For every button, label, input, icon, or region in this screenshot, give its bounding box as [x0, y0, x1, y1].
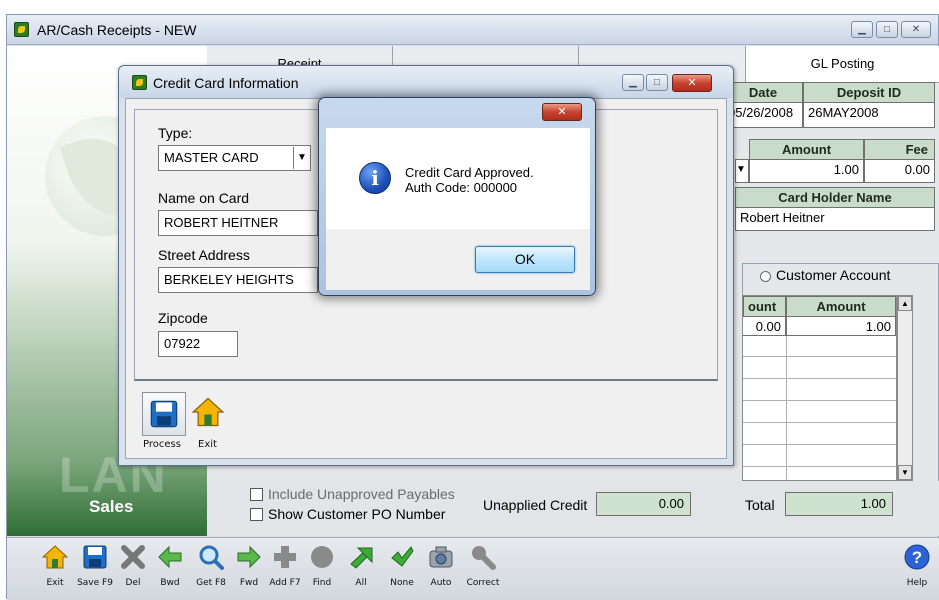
- unapplied-credit-field: 0.00: [596, 492, 691, 516]
- grid-col-amount-due: ount: [743, 296, 786, 318]
- cc-titlebar: Credit Card Information ▁ □ ✕: [119, 66, 733, 98]
- street-address-field[interactable]: BERKELEY HEIGHTS: [158, 267, 318, 293]
- date-cell[interactable]: 05/26/2008: [723, 102, 803, 128]
- check-none-icon: [391, 546, 414, 567]
- deposit-id-header: Deposit ID: [803, 82, 935, 104]
- type-label: Type:: [158, 125, 193, 141]
- zipcode-label: Zipcode: [158, 310, 208, 326]
- msg-footer: OK: [326, 229, 590, 290]
- main-titlebar: AR/Cash Receipts - NEW ▁ □ ✕: [7, 15, 938, 45]
- dropdown-arrow-icon[interactable]: ▼: [735, 159, 749, 183]
- card-holder-header: Card Holder Name: [735, 187, 935, 209]
- date-header: Date: [723, 82, 803, 104]
- street-address-label: Street Address: [158, 247, 250, 263]
- include-unapproved-checkbox[interactable]: [250, 488, 263, 501]
- grid-cell-amount[interactable]: 1.00: [786, 316, 896, 336]
- msg-close-button[interactable]: ✕: [542, 103, 582, 121]
- toolbar-label: Auto: [430, 578, 452, 588]
- minimize-button[interactable]: ▁: [851, 21, 873, 38]
- chevron-down-icon[interactable]: ▼: [293, 147, 310, 169]
- grid-col-amount: Amount: [786, 296, 896, 318]
- name-on-card-field[interactable]: ROBERT HEITNER: [158, 210, 318, 236]
- card-type-select[interactable]: MASTER CARD ▼: [158, 145, 311, 171]
- grid-line: [743, 356, 896, 357]
- name-on-card-label: Name on Card: [158, 190, 250, 206]
- help-icon: ?: [904, 544, 930, 570]
- fee-header: Fee: [864, 139, 935, 161]
- show-po-checkbox[interactable]: [250, 508, 263, 521]
- grid-line: [743, 422, 896, 423]
- msg-content: i Credit Card Approved. Auth Code: 00000…: [326, 128, 590, 229]
- cc-maximize-button[interactable]: □: [646, 74, 668, 91]
- zipcode-field[interactable]: 07922: [158, 331, 238, 357]
- total-field: 1.00: [785, 492, 893, 516]
- toolbar-label: Help: [906, 578, 928, 588]
- wrench-icon: [472, 546, 496, 570]
- applied-grid: ount Amount 0.00 1.00: [742, 295, 897, 481]
- toolbar-label: Correct: [466, 578, 500, 588]
- amount-cell[interactable]: 1.00: [749, 159, 864, 183]
- msg-line-2: Auth Code: 000000: [405, 180, 518, 195]
- bottom-toolbar: Exit Save F9 Del Bwd Get F8 Fwd Add F7 F…: [7, 537, 939, 600]
- plus-icon: [274, 546, 296, 568]
- customer-account-label: Customer Account: [776, 267, 891, 283]
- cc-close-button[interactable]: ✕: [672, 74, 712, 92]
- process-label: Process: [143, 439, 181, 450]
- svg-text:?: ?: [912, 548, 922, 567]
- cc-dialog-title: Credit Card Information: [153, 75, 299, 91]
- arrow-right-icon: [237, 545, 261, 569]
- ok-button[interactable]: OK: [475, 246, 575, 273]
- grid-line: [743, 400, 896, 401]
- bottom-strip: Include Unapproved Payables Show Custome…: [207, 481, 939, 536]
- grid-line: [743, 444, 896, 445]
- window-title: AR/Cash Receipts - NEW: [37, 22, 197, 38]
- home-icon: [192, 397, 224, 427]
- magnifier-icon: [199, 545, 224, 570]
- grid-line: [743, 466, 896, 467]
- arrow-left-icon: [158, 545, 182, 569]
- scroll-down-icon[interactable]: ▼: [898, 465, 912, 480]
- app-icon: [14, 22, 29, 37]
- include-unapproved-label: Include Unapproved Payables: [268, 486, 455, 502]
- delete-x-icon: [121, 545, 145, 569]
- tab-gl-posting[interactable]: GL Posting: [746, 46, 939, 82]
- process-button[interactable]: [142, 392, 186, 436]
- amount-header: Amount: [749, 139, 864, 161]
- exit-label: Exit: [198, 439, 217, 450]
- grid-cell-amount-due[interactable]: 0.00: [743, 316, 786, 336]
- grid-line: [743, 378, 896, 379]
- grid-scrollbar[interactable]: ▲ ▼: [897, 295, 913, 481]
- close-button[interactable]: ✕: [901, 21, 931, 38]
- app-icon: [132, 75, 147, 90]
- check-all-icon: [350, 547, 373, 569]
- camera-icon: [429, 546, 453, 568]
- fee-cell[interactable]: 0.00: [864, 159, 935, 183]
- save-icon: [83, 545, 107, 569]
- customer-account-radio[interactable]: [760, 271, 771, 282]
- save-icon: [150, 400, 178, 428]
- approval-message-box: ✕ i Credit Card Approved. Auth Code: 000…: [318, 97, 596, 296]
- card-type-value: MASTER CARD: [164, 150, 259, 165]
- deposit-id-cell[interactable]: 26MAY2008: [803, 102, 935, 128]
- exit-button[interactable]: [188, 394, 228, 434]
- total-label: Total: [745, 497, 775, 513]
- section-label: Sales: [89, 497, 134, 516]
- grid-line: [786, 336, 787, 480]
- info-icon: i: [359, 162, 391, 194]
- cc-minimize-button[interactable]: ▁: [622, 74, 644, 91]
- show-po-label: Show Customer PO Number: [268, 506, 446, 522]
- find-circle-icon: [311, 546, 333, 568]
- maximize-button[interactable]: □: [876, 21, 898, 38]
- scroll-up-icon[interactable]: ▲: [898, 296, 912, 311]
- home-icon: [42, 545, 68, 569]
- card-holder-cell[interactable]: Robert Heitner: [735, 207, 935, 231]
- msg-line-1: Credit Card Approved.: [405, 165, 534, 180]
- unapplied-credit-label: Unapplied Credit: [483, 497, 588, 513]
